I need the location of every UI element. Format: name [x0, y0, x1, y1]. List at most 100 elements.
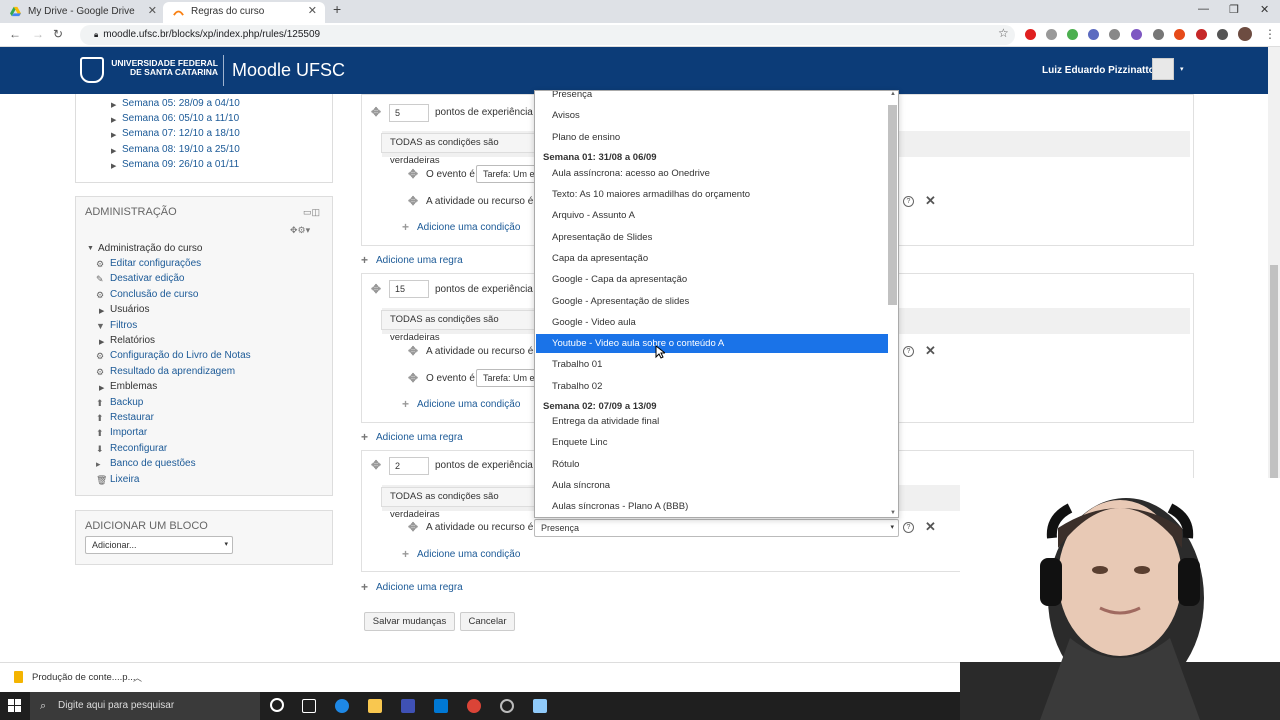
move-icon[interactable]: ✥ — [408, 194, 418, 208]
dropdown-option[interactable]: Aula assíncrona: acesso ao Onedrive — [536, 164, 888, 183]
delete-icon[interactable]: ✕ — [925, 519, 936, 535]
admin-item[interactable]: Importar — [110, 427, 147, 438]
extension-icon[interactable] — [1109, 29, 1120, 40]
caret-right-icon[interactable]: ▶ — [111, 101, 116, 109]
plus-icon[interactable]: + — [361, 253, 368, 267]
scroll-down-icon[interactable]: ▼ — [890, 510, 896, 516]
help-icon[interactable]: ? — [903, 346, 914, 357]
activity-select[interactable]: Presença ▾ — [534, 519, 899, 537]
chevron-up-icon[interactable]: ︿ — [133, 671, 142, 684]
user-name[interactable]: Luiz Eduardo Pizzinatto — [1042, 65, 1155, 76]
event-select[interactable]: Tarefa: Um e — [476, 369, 536, 387]
move-icon[interactable]: ✥ — [371, 105, 381, 119]
dropdown-option[interactable]: Aula síncrona — [536, 476, 888, 495]
close-window-icon[interactable]: ✕ — [1260, 3, 1269, 16]
app-icon[interactable] — [533, 699, 547, 713]
edge-icon[interactable] — [335, 699, 349, 713]
extension-icon[interactable] — [1131, 29, 1142, 40]
profile-avatar[interactable] — [1238, 27, 1252, 41]
add-rule-link[interactable]: Adicione uma regra — [376, 255, 463, 266]
points-input[interactable]: 15 — [389, 280, 429, 298]
help-icon[interactable]: ? — [903, 522, 914, 533]
caret-down-icon[interactable]: ▼ — [87, 245, 94, 252]
star-icon[interactable]: ☆ — [998, 26, 1009, 40]
dropdown-option-selected[interactable]: Youtube - Video aula sobre o conteúdo A — [536, 334, 888, 353]
scroll-up-icon[interactable]: ▲ — [890, 91, 896, 97]
add-block-select[interactable]: Adicionar... ▾ — [85, 536, 233, 554]
caret-right-icon[interactable]: ▶ — [111, 147, 116, 155]
admin-item[interactable]: Configuração do Livro de Notas — [110, 350, 251, 361]
activity-dropdown-list[interactable]: Presença Avisos Plano de ensino Semana 01: … — [534, 90, 899, 518]
admin-root[interactable]: Administração do curso — [98, 243, 203, 254]
close-tab-icon[interactable]: ✕ — [148, 2, 157, 21]
dropdown-option[interactable]: Google - Capa da apresentação — [536, 270, 888, 289]
help-icon[interactable]: ? — [903, 196, 914, 207]
caret-right-icon[interactable]: ▶ — [111, 116, 116, 124]
admin-item[interactable]: Conclusão de curso — [110, 289, 198, 300]
back-icon[interactable]: ← — [9, 27, 21, 41]
points-input[interactable]: 2 — [389, 457, 429, 475]
admin-item[interactable]: Backup — [110, 397, 143, 408]
extension-icon[interactable] — [1088, 29, 1099, 40]
extension-icon[interactable] — [1046, 29, 1057, 40]
delete-icon[interactable]: ✕ — [925, 343, 936, 359]
move-icon[interactable]: ✥ — [408, 371, 418, 385]
admin-item[interactable]: Reconfigurar — [110, 443, 167, 454]
download-item[interactable]: Produção de conte....p... — [32, 672, 136, 683]
caret-right-icon[interactable]: ▶ — [111, 131, 116, 139]
admin-item[interactable]: Desativar edição — [110, 273, 184, 284]
move-gear-icon[interactable]: ✥⚙▾ — [290, 225, 310, 236]
tab-google-drive[interactable]: My Drive - Google Drive ✕ — [0, 2, 165, 23]
dropdown-option[interactable]: Aulas síncronas - Plano A (BBB) — [536, 497, 888, 516]
mail-icon[interactable] — [434, 699, 448, 713]
cortana-icon[interactable] — [270, 698, 284, 712]
event-select[interactable]: Tarefa: Um e — [476, 165, 536, 183]
conditions-select[interactable]: TODAS as condições são verdadeiras — [381, 487, 536, 520]
site-title[interactable]: Moodle UFSC — [232, 60, 345, 81]
delete-icon[interactable]: ✕ — [925, 193, 936, 209]
nav-week-link[interactable]: Semana 09: 26/10 a 01/11 — [122, 159, 239, 170]
user-avatar[interactable] — [1152, 58, 1174, 80]
url-field[interactable]: 🔒︎ moodle.ufsc.br/blocks/xp/index.php/rul… — [80, 25, 1015, 45]
admin-item[interactable]: Filtros — [110, 320, 137, 331]
dropdown-option[interactable]: Rótulo — [536, 455, 888, 474]
move-icon[interactable]: ✥ — [408, 167, 418, 181]
add-condition-link[interactable]: Adicione uma condição — [417, 399, 520, 410]
move-icon[interactable]: ✥ — [408, 344, 418, 358]
close-tab-icon[interactable]: ✕ — [308, 2, 317, 21]
plus-icon[interactable]: + — [361, 430, 368, 444]
dropdown-option[interactable]: Entrega da atividade final — [536, 412, 888, 431]
minimize-icon[interactable]: — — [1198, 3, 1209, 15]
extension-icon[interactable] — [1025, 29, 1036, 40]
admin-item[interactable]: Relatórios — [110, 335, 155, 346]
app-icon[interactable] — [500, 699, 514, 713]
dropdown-option[interactable]: Trabalho 02 — [536, 377, 888, 396]
add-condition-link[interactable]: Adicione uma condição — [417, 549, 520, 560]
add-condition-link[interactable]: Adicione uma condição — [417, 222, 520, 233]
windows-start-icon[interactable] — [8, 699, 22, 713]
extension-icon[interactable] — [1153, 29, 1164, 40]
add-rule-link[interactable]: Adicione uma regra — [376, 582, 463, 593]
dropdown-option[interactable]: Google - Video aula — [536, 313, 888, 332]
admin-item[interactable]: Restaurar — [110, 412, 154, 423]
dropdown-option[interactable]: Trabalho 01 — [536, 355, 888, 374]
points-input[interactable]: 5 — [389, 104, 429, 122]
plus-icon[interactable]: + — [402, 547, 409, 561]
save-changes-button[interactable]: Salvar mudanças — [364, 612, 455, 631]
new-tab-icon[interactable]: + — [333, 1, 341, 17]
dropdown-option[interactable]: Presença — [536, 91, 888, 104]
admin-item[interactable]: Emblemas — [110, 381, 157, 392]
dropdown-option[interactable]: Apresentação de Slides — [536, 228, 888, 247]
task-view-icon[interactable] — [302, 699, 316, 713]
forward-icon[interactable]: → — [32, 27, 44, 41]
puzzle-icon[interactable] — [1217, 29, 1228, 40]
cancel-button[interactable]: Cancelar — [460, 612, 515, 631]
nav-week-link[interactable]: Semana 05: 28/09 a 04/10 — [122, 98, 240, 109]
dropdown-option[interactable]: Plano de ensino — [536, 128, 888, 147]
move-icon[interactable]: ✥ — [408, 520, 418, 534]
plus-icon[interactable]: + — [402, 220, 409, 234]
admin-item[interactable]: Lixeira — [110, 474, 139, 485]
move-icon[interactable]: ✥ — [371, 458, 381, 472]
caret-right-icon[interactable]: ▶ — [111, 162, 116, 170]
dropdown-scrollbar[interactable] — [888, 105, 897, 305]
